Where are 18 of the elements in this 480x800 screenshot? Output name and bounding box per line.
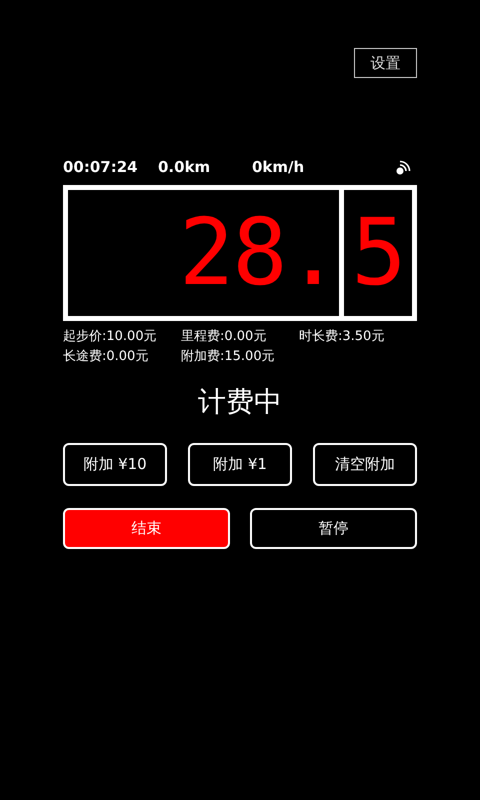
- fee-item: 起步价:10.00元: [63, 328, 158, 345]
- fee-item: 里程费:0.00元: [181, 328, 268, 345]
- surcharge-button[interactable]: 附加 ¥1: [188, 443, 292, 486]
- fare-decimal: 5: [351, 207, 405, 299]
- status-text: 计费中: [198, 384, 282, 420]
- settings-button[interactable]: 设置: [354, 48, 417, 78]
- distance: 0.0km: [158, 158, 212, 176]
- speed: 0km/h: [252, 158, 306, 176]
- fee-item: 长途费:0.00元: [63, 348, 150, 365]
- end-button[interactable]: 结束: [63, 508, 230, 549]
- surcharge-button[interactable]: 清空附加: [313, 443, 417, 486]
- signal-icon: [396, 160, 411, 174]
- elapsed-time: 00:07:24: [63, 158, 139, 176]
- surcharge-button[interactable]: 附加 ¥10: [63, 443, 167, 486]
- pause-button[interactable]: 暂停: [250, 508, 417, 549]
- fee-item: 附加费:15.00元: [181, 348, 276, 365]
- fare-integer: 28.: [178, 207, 339, 299]
- fee-item: 时长费:3.50元: [299, 328, 386, 345]
